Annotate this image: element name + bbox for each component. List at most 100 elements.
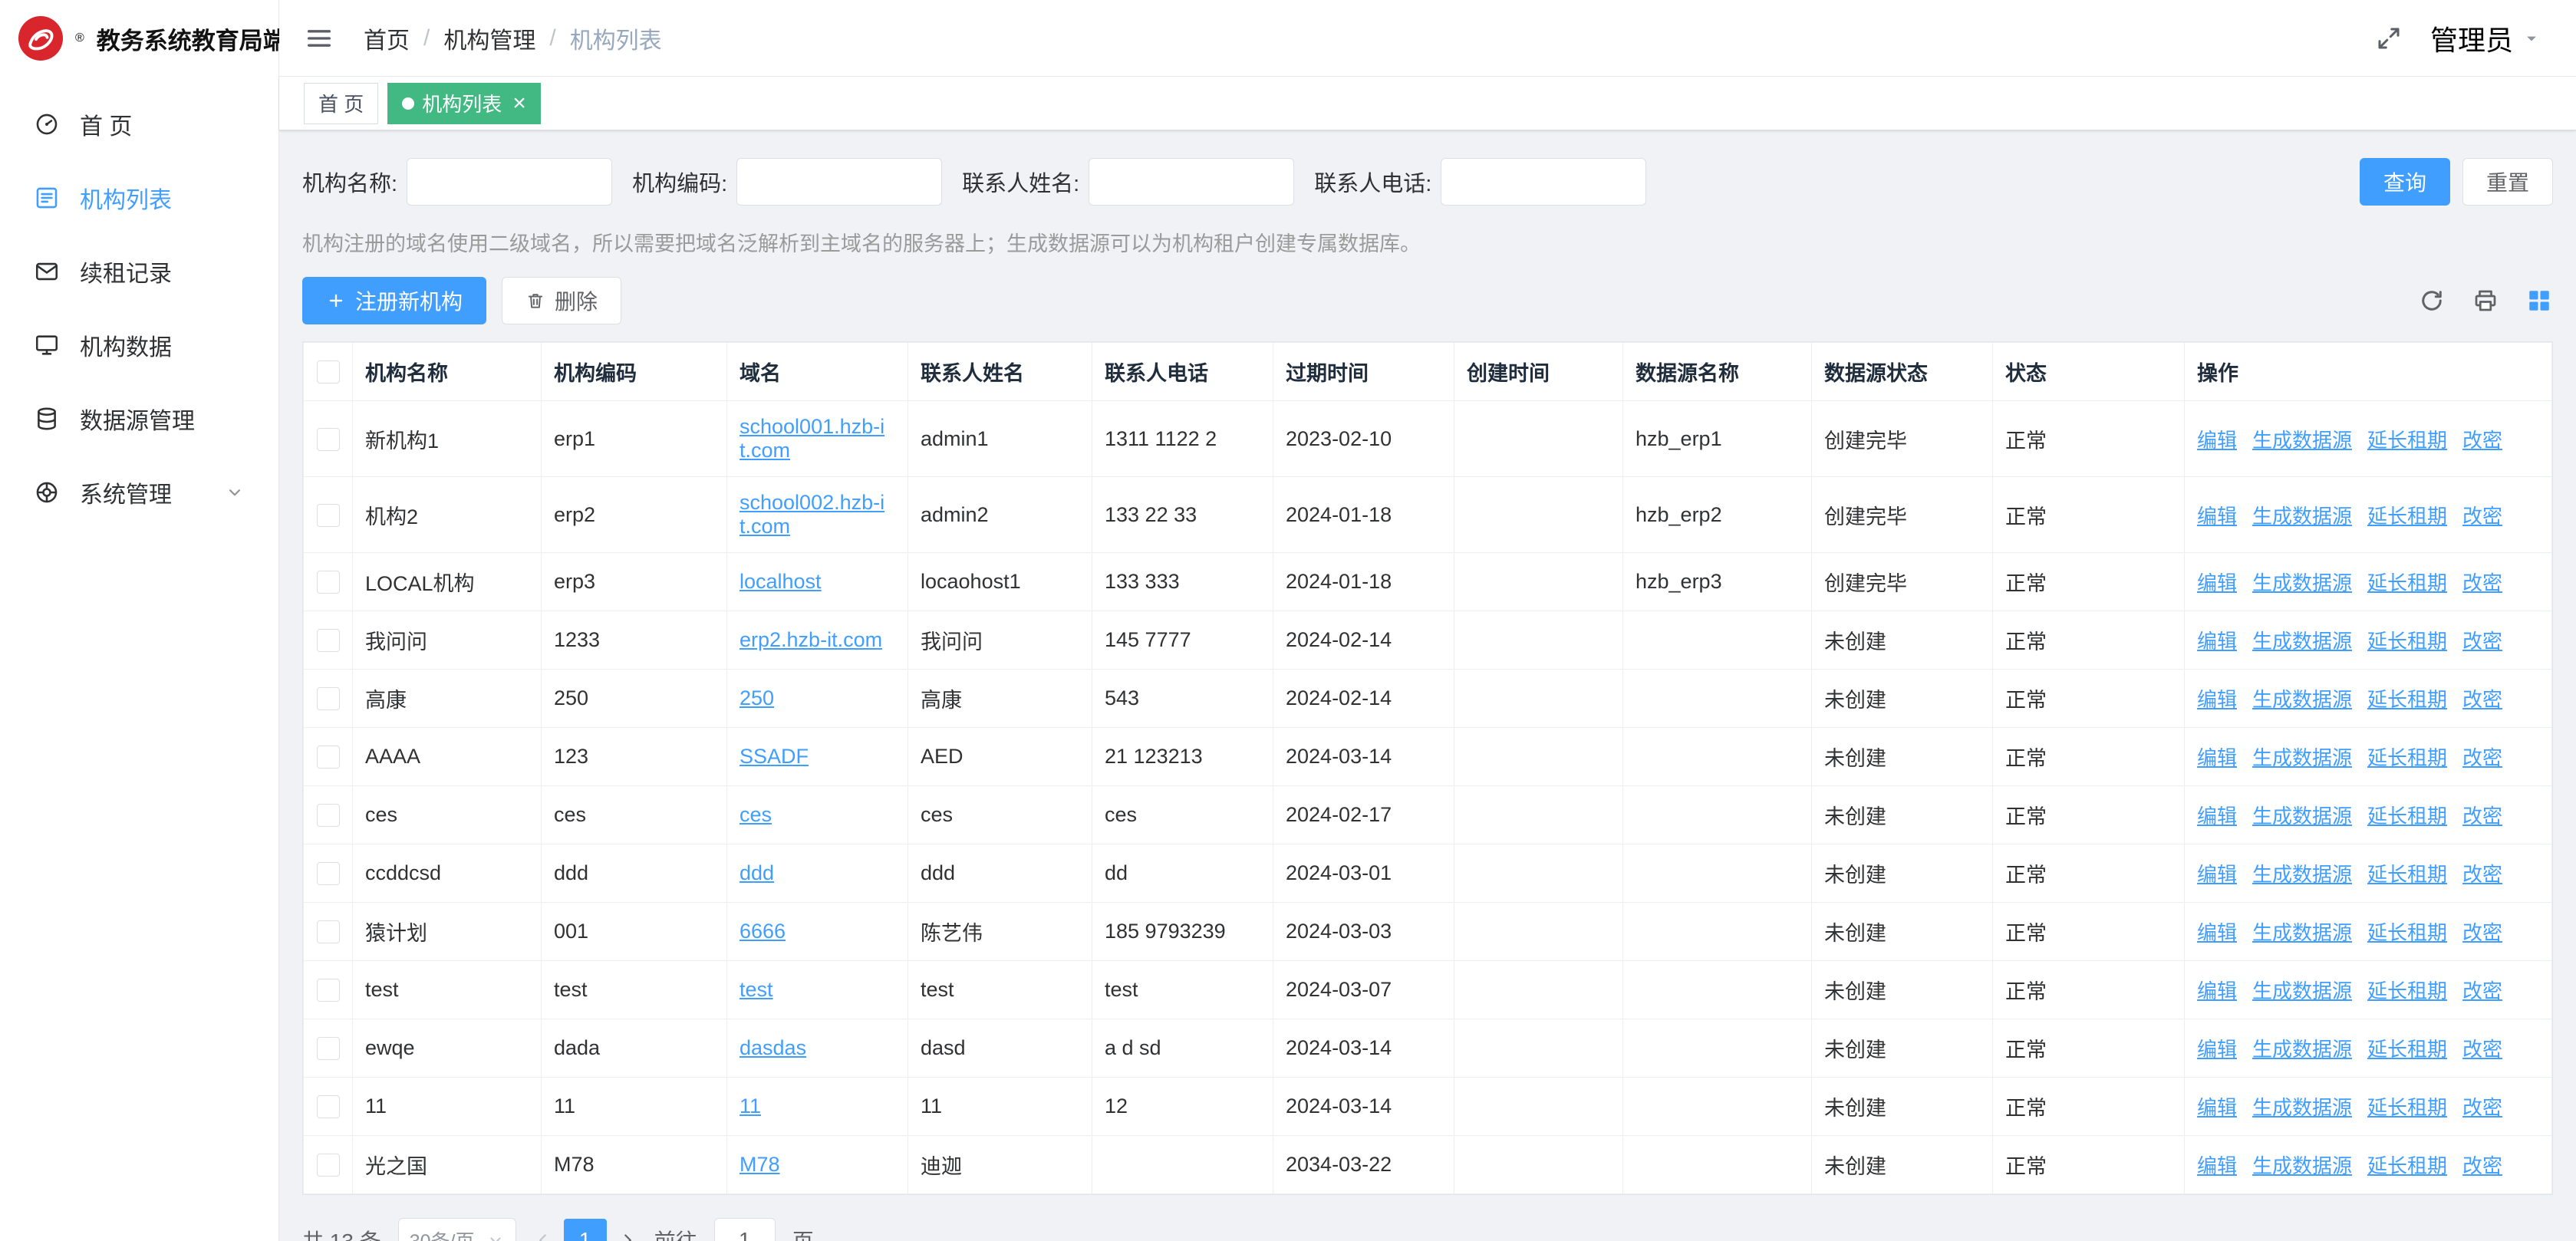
view-tab-home[interactable]: 首 页 <box>304 83 378 124</box>
domain-link[interactable]: SSADF <box>740 745 809 768</box>
action-change-password-link[interactable]: 改密 <box>2462 1154 2502 1177</box>
contact-phone-input[interactable] <box>1441 158 1646 206</box>
domain-link[interactable]: erp2.hzb-it.com <box>740 628 882 651</box>
action-edit-link[interactable]: 编辑 <box>2197 688 2237 711</box>
row-checkbox[interactable] <box>317 1095 340 1118</box>
domain-link[interactable]: ces <box>740 803 772 826</box>
refresh-icon[interactable] <box>2418 287 2446 314</box>
action-extend-lease-link[interactable]: 延长租期 <box>2367 746 2447 769</box>
action-extend-lease-link[interactable]: 延长租期 <box>2367 429 2447 452</box>
next-page-icon[interactable] <box>618 1230 637 1241</box>
action-generate-datasource-link[interactable]: 生成数据源 <box>2252 1154 2352 1177</box>
org-name-input[interactable] <box>407 158 612 206</box>
action-change-password-link[interactable]: 改密 <box>2462 921 2502 944</box>
prev-page-icon[interactable] <box>533 1230 553 1241</box>
action-generate-datasource-link[interactable]: 生成数据源 <box>2252 1096 2352 1119</box>
action-change-password-link[interactable]: 改密 <box>2462 979 2502 1002</box>
sidebar-item-system-management[interactable]: 系统管理 <box>0 456 278 529</box>
action-edit-link[interactable]: 编辑 <box>2197 921 2237 944</box>
action-change-password-link[interactable]: 改密 <box>2462 1096 2502 1119</box>
action-edit-link[interactable]: 编辑 <box>2197 505 2237 528</box>
domain-link[interactable]: school001.hzb-it.com <box>740 415 884 462</box>
action-edit-link[interactable]: 编辑 <box>2197 979 2237 1002</box>
delete-button[interactable]: 删除 <box>502 277 621 324</box>
action-change-password-link[interactable]: 改密 <box>2462 746 2502 769</box>
sidebar-item-org-list[interactable]: 机构列表 <box>0 161 278 235</box>
action-extend-lease-link[interactable]: 延长租期 <box>2367 1038 2447 1061</box>
action-extend-lease-link[interactable]: 延长租期 <box>2367 505 2447 528</box>
action-generate-datasource-link[interactable]: 生成数据源 <box>2252 505 2352 528</box>
action-edit-link[interactable]: 编辑 <box>2197 805 2237 828</box>
action-edit-link[interactable]: 编辑 <box>2197 630 2237 653</box>
action-extend-lease-link[interactable]: 延长租期 <box>2367 921 2447 944</box>
reset-button[interactable]: 重置 <box>2462 158 2553 206</box>
action-change-password-link[interactable]: 改密 <box>2462 863 2502 886</box>
row-checkbox[interactable] <box>317 862 340 885</box>
row-checkbox[interactable] <box>317 920 340 943</box>
register-org-button[interactable]: 注册新机构 <box>302 277 486 324</box>
fullscreen-icon[interactable] <box>2375 25 2403 52</box>
close-tab-icon[interactable]: × <box>512 92 526 115</box>
domain-link[interactable]: M78 <box>740 1153 780 1176</box>
domain-link[interactable]: dasdas <box>740 1036 806 1059</box>
breadcrumb-home[interactable]: 首页 <box>364 21 410 55</box>
row-checkbox[interactable] <box>317 428 340 451</box>
action-generate-datasource-link[interactable]: 生成数据源 <box>2252 863 2352 886</box>
sidebar-item-renewal-records[interactable]: 续租记录 <box>0 235 278 308</box>
breadcrumb-org-management[interactable]: 机构管理 <box>443 21 535 55</box>
action-generate-datasource-link[interactable]: 生成数据源 <box>2252 921 2352 944</box>
sidebar-item-home[interactable]: 首 页 <box>0 87 278 161</box>
action-change-password-link[interactable]: 改密 <box>2462 1038 2502 1061</box>
sidebar-item-org-data[interactable]: 机构数据 <box>0 308 278 382</box>
action-extend-lease-link[interactable]: 延长租期 <box>2367 630 2447 653</box>
action-edit-link[interactable]: 编辑 <box>2197 1038 2237 1061</box>
page-size-select[interactable]: 30条/页 <box>398 1218 516 1241</box>
action-change-password-link[interactable]: 改密 <box>2462 505 2502 528</box>
action-edit-link[interactable]: 编辑 <box>2197 863 2237 886</box>
action-edit-link[interactable]: 编辑 <box>2197 1096 2237 1119</box>
row-checkbox[interactable] <box>317 504 340 527</box>
row-checkbox[interactable] <box>317 804 340 827</box>
hamburger-icon[interactable] <box>279 0 359 76</box>
column-setting-grid-icon[interactable] <box>2525 287 2553 314</box>
action-generate-datasource-link[interactable]: 生成数据源 <box>2252 688 2352 711</box>
goto-page-input[interactable] <box>714 1218 776 1241</box>
row-checkbox[interactable] <box>317 746 340 769</box>
action-generate-datasource-link[interactable]: 生成数据源 <box>2252 1038 2352 1061</box>
print-icon[interactable] <box>2472 287 2499 314</box>
user-menu[interactable]: 管理员 <box>2430 18 2542 58</box>
action-extend-lease-link[interactable]: 延长租期 <box>2367 1096 2447 1119</box>
row-checkbox[interactable] <box>317 979 340 1002</box>
select-all-checkbox[interactable] <box>317 360 340 383</box>
contact-name-input[interactable] <box>1089 158 1294 206</box>
domain-link[interactable]: test <box>740 978 773 1001</box>
domain-link[interactable]: school002.hzb-it.com <box>740 491 884 538</box>
action-generate-datasource-link[interactable]: 生成数据源 <box>2252 630 2352 653</box>
action-extend-lease-link[interactable]: 延长租期 <box>2367 979 2447 1002</box>
page-number-button[interactable]: 1 <box>564 1219 607 1241</box>
domain-link[interactable]: 250 <box>740 686 774 709</box>
action-extend-lease-link[interactable]: 延长租期 <box>2367 688 2447 711</box>
view-tab-org-list[interactable]: 机构列表× <box>387 83 541 124</box>
action-extend-lease-link[interactable]: 延长租期 <box>2367 805 2447 828</box>
action-change-password-link[interactable]: 改密 <box>2462 805 2502 828</box>
action-change-password-link[interactable]: 改密 <box>2462 688 2502 711</box>
action-edit-link[interactable]: 编辑 <box>2197 1154 2237 1177</box>
action-change-password-link[interactable]: 改密 <box>2462 429 2502 452</box>
action-generate-datasource-link[interactable]: 生成数据源 <box>2252 429 2352 452</box>
action-generate-datasource-link[interactable]: 生成数据源 <box>2252 746 2352 769</box>
row-checkbox[interactable] <box>317 571 340 594</box>
action-extend-lease-link[interactable]: 延长租期 <box>2367 1154 2447 1177</box>
action-generate-datasource-link[interactable]: 生成数据源 <box>2252 805 2352 828</box>
action-extend-lease-link[interactable]: 延长租期 <box>2367 863 2447 886</box>
domain-link[interactable]: localhost <box>740 570 822 593</box>
row-checkbox[interactable] <box>317 687 340 710</box>
action-edit-link[interactable]: 编辑 <box>2197 429 2237 452</box>
domain-link[interactable]: ddd <box>740 861 774 884</box>
action-generate-datasource-link[interactable]: 生成数据源 <box>2252 571 2352 594</box>
org-code-input[interactable] <box>736 158 942 206</box>
domain-link[interactable]: 11 <box>740 1095 761 1118</box>
action-generate-datasource-link[interactable]: 生成数据源 <box>2252 979 2352 1002</box>
sidebar-item-datasource-management[interactable]: 数据源管理 <box>0 382 278 456</box>
row-checkbox[interactable] <box>317 629 340 652</box>
